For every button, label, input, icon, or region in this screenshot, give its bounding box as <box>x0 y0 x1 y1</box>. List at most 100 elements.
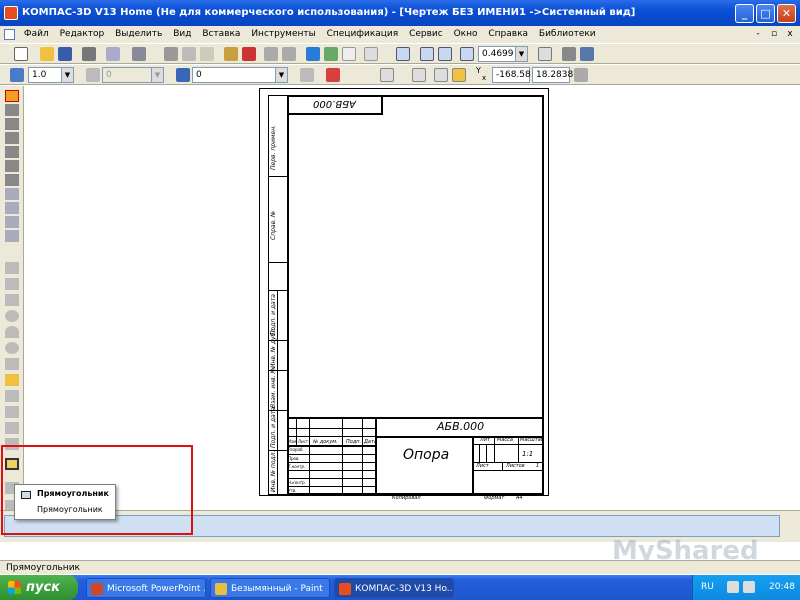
point-icon[interactable] <box>5 262 19 274</box>
parametrization-icon[interactable] <box>5 146 19 158</box>
insert-icon[interactable] <box>5 230 19 242</box>
nkontr-label: Н.контр. <box>288 480 306 485</box>
menu-edit[interactable]: Редактор <box>56 26 109 43</box>
geometry-icon[interactable] <box>5 90 19 102</box>
equidistant-icon[interactable] <box>5 422 19 434</box>
save-icon[interactable] <box>58 47 72 61</box>
circle-icon[interactable] <box>5 310 19 322</box>
sheets-label: Листов <box>506 463 525 469</box>
menu-tools[interactable]: Инструменты <box>247 26 319 43</box>
calc-icon[interactable] <box>324 47 338 61</box>
coord-options-icon[interactable] <box>574 68 588 82</box>
copy-icon[interactable] <box>182 47 196 61</box>
menu-view[interactable]: Вид <box>169 26 195 43</box>
cut-icon[interactable] <box>164 47 178 61</box>
auxiliary-line-icon[interactable] <box>5 278 19 290</box>
arc-icon[interactable] <box>5 326 19 338</box>
color-icon[interactable] <box>300 68 314 82</box>
step-cursor-icon[interactable] <box>10 68 24 82</box>
task-kompas[interactable]: КОМПАС-3D V13 Ho... <box>334 578 454 598</box>
segment-icon[interactable] <box>5 294 19 306</box>
spline-icon[interactable] <box>5 358 19 370</box>
function-icon[interactable] <box>342 47 356 61</box>
local-cs-icon[interactable] <box>412 68 426 82</box>
zoom-combo[interactable]: 0.4699 ▼ <box>478 46 528 62</box>
associative-views-icon[interactable] <box>5 188 19 200</box>
layer-icon[interactable] <box>176 68 190 82</box>
zoom-window-icon[interactable] <box>396 47 410 61</box>
refresh-icon[interactable] <box>562 47 576 61</box>
start-button[interactable]: пуск <box>0 575 78 600</box>
zoom-value: 0.4699 <box>482 49 514 59</box>
layers-icon[interactable] <box>580 47 594 61</box>
menu-select[interactable]: Выделить <box>111 26 166 43</box>
document-icon[interactable] <box>4 29 15 40</box>
select-icon[interactable] <box>5 174 19 186</box>
zoom-out-icon[interactable] <box>438 47 452 61</box>
new-document-icon[interactable] <box>14 47 28 61</box>
snap-icon[interactable] <box>326 68 340 82</box>
variables-icon[interactable] <box>306 47 320 61</box>
grid-icon[interactable] <box>380 68 394 82</box>
undo-icon[interactable] <box>264 47 278 61</box>
edit-icon[interactable] <box>5 132 19 144</box>
mdi-close-button[interactable]: x <box>784 29 796 39</box>
task-powerpoint[interactable]: Microsoft PowerPoint ... <box>86 578 206 598</box>
maximize-button[interactable]: □ <box>756 4 775 23</box>
chevron-down-icon[interactable]: ▼ <box>61 68 73 82</box>
ellipse-icon[interactable] <box>5 342 19 354</box>
menu-help[interactable]: Справка <box>484 26 532 43</box>
paste-icon[interactable] <box>200 47 214 61</box>
chamfer-icon[interactable] <box>5 390 19 402</box>
copied-label: Копировал <box>392 495 421 501</box>
menu-libraries[interactable]: Библиотеки <box>535 26 600 43</box>
pan-icon[interactable] <box>538 47 552 61</box>
menu-service[interactable]: Сервис <box>405 26 447 43</box>
izm-header: Изм. <box>288 439 298 444</box>
menu-specification[interactable]: Спецификация <box>323 26 403 43</box>
open-folder-icon[interactable] <box>40 47 54 61</box>
volume-icon[interactable] <box>743 581 755 593</box>
powerpoint-icon <box>91 583 103 595</box>
help-cursor-icon[interactable] <box>364 47 378 61</box>
preview-icon[interactable] <box>106 47 120 61</box>
window-titlebar[interactable]: КОМПАС-3D V13 Home (Не для коммерческого… <box>0 0 800 26</box>
task-paint[interactable]: Безымянный - Paint <box>210 578 330 598</box>
menu-window[interactable]: Окно <box>450 26 482 43</box>
zoom-in-icon[interactable] <box>420 47 434 61</box>
library-book-icon[interactable] <box>242 47 256 61</box>
ortho-icon[interactable] <box>434 68 448 82</box>
zoom-scale-icon[interactable] <box>460 47 474 61</box>
clock[interactable]: 20:48 <box>769 582 795 592</box>
dimensions-icon[interactable] <box>5 104 19 116</box>
coord-x-field[interactable]: -168.58 <box>492 67 531 83</box>
step-combo[interactable]: 1.0 ▼ <box>28 67 74 83</box>
format-label: Формат <box>484 495 505 501</box>
measure-icon[interactable] <box>5 160 19 172</box>
menu-file[interactable]: Файл <box>20 26 53 43</box>
minimize-button[interactable]: _ <box>735 4 754 23</box>
symbols-icon[interactable] <box>5 118 19 130</box>
bezier-icon[interactable] <box>5 406 19 418</box>
layer-combo[interactable]: 0 ▼ <box>192 67 288 83</box>
spec-icon[interactable] <box>5 202 19 214</box>
chevron-down-icon[interactable]: ▼ <box>275 68 287 82</box>
polyline-icon[interactable] <box>5 374 19 386</box>
coord-y-field[interactable]: 18.2838 <box>532 67 573 83</box>
print-icon[interactable] <box>82 47 96 61</box>
doc-no-header: № докум. <box>313 439 338 445</box>
redo-icon[interactable] <box>282 47 296 61</box>
manager-icon[interactable] <box>132 47 146 61</box>
menu-insert[interactable]: Вставка <box>198 26 244 43</box>
chevron-down-icon[interactable]: ▼ <box>515 47 527 61</box>
reports-icon[interactable] <box>5 216 19 228</box>
status-bar: Прямоугольник <box>0 560 800 574</box>
mdi-restore-button[interactable]: ▫ <box>768 29 780 39</box>
network-icon[interactable] <box>727 581 739 593</box>
cursor-snap-icon[interactable] <box>452 68 466 82</box>
mdi-minimize-button[interactable]: - <box>752 29 764 39</box>
language-indicator[interactable]: RU <box>701 582 714 592</box>
close-button[interactable]: ✕ <box>777 4 796 23</box>
sign-header: Подп. <box>346 439 362 445</box>
format-brush-icon[interactable] <box>224 47 238 61</box>
